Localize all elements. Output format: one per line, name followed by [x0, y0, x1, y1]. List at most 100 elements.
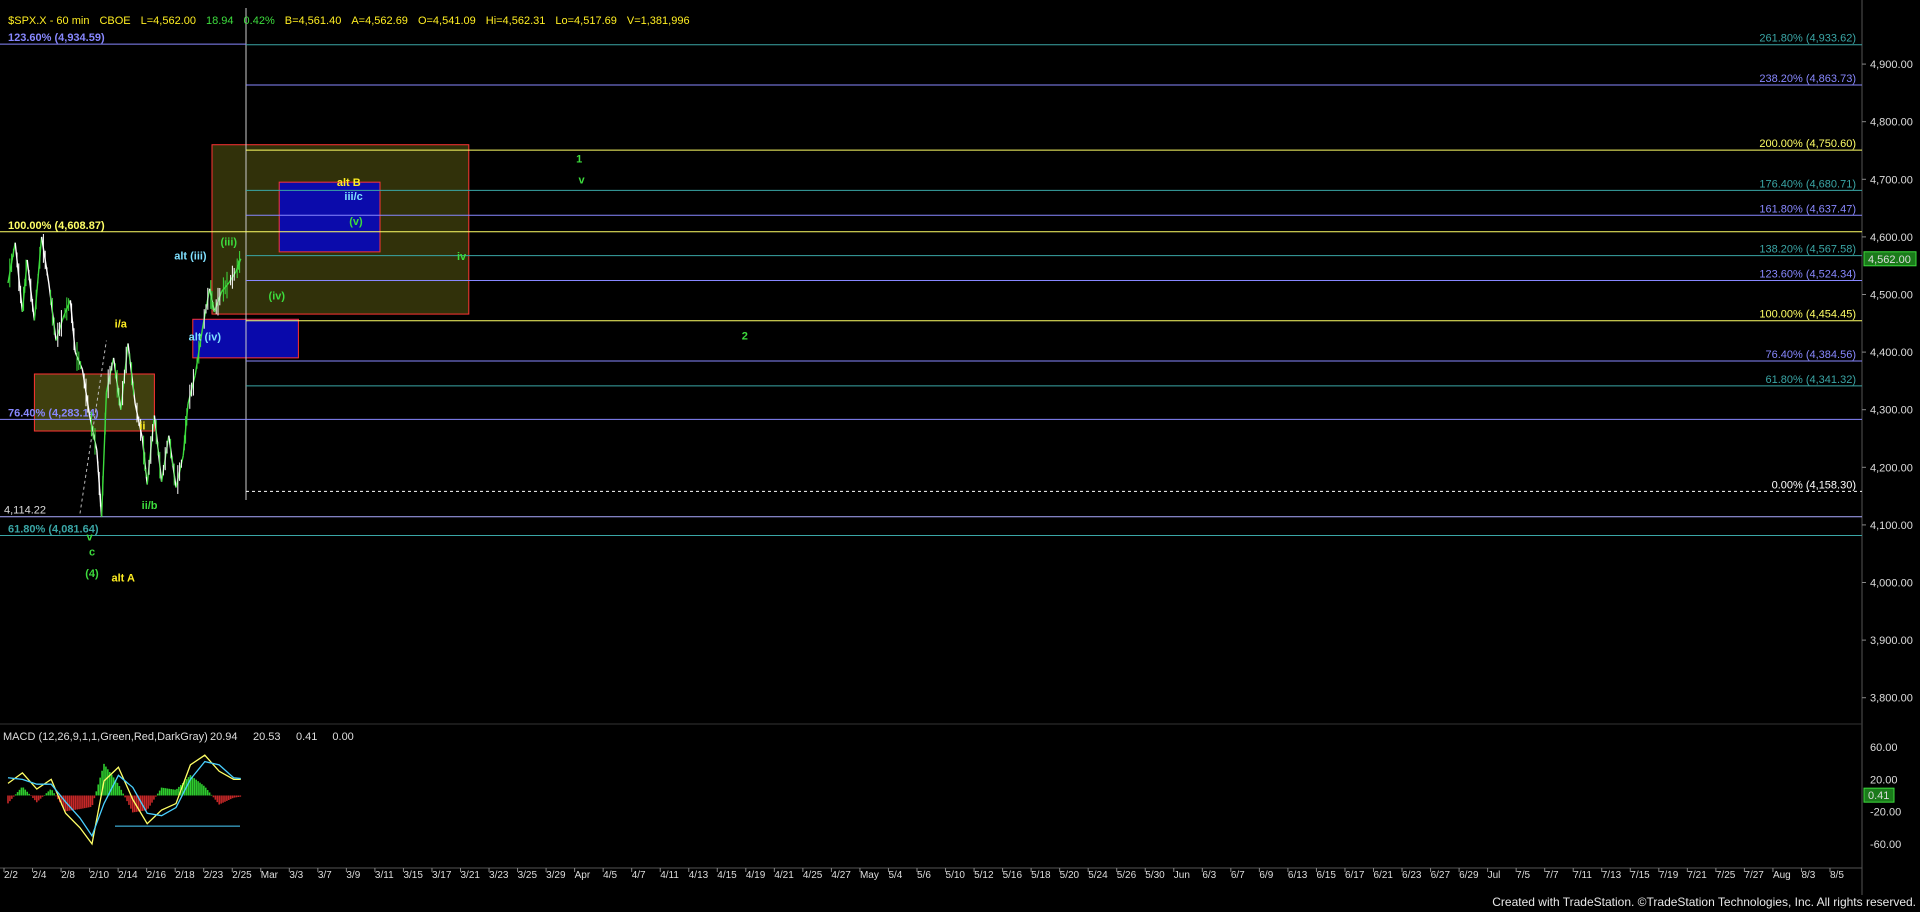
date-tick-label-1: 2/4 — [33, 870, 47, 881]
wave-label-2: (v) — [349, 216, 363, 228]
fib-label-12: 100.00% (4,608.87) — [8, 220, 105, 232]
date-tick-label-37: 5/20 — [1060, 870, 1080, 881]
fib-label-3: 176.40% (4,680.71) — [1759, 178, 1856, 190]
wave-label-13: ii/b — [142, 500, 158, 512]
date-tick-label-9: Mar — [261, 870, 279, 881]
date-tick-label-53: 7/5 — [1516, 870, 1530, 881]
fib-label-6: 123.60% (4,524.34) — [1759, 268, 1856, 280]
date-tick-label-8: 2/25 — [232, 870, 252, 881]
date-tick-label-39: 5/26 — [1117, 870, 1137, 881]
chart-header: $SPX.X - 60 min CBOE L=4,562.00 18.94 0.42% B… — [2, 3, 700, 27]
macd-last-tag: 0.41 — [1868, 790, 1889, 802]
date-tick-label-45: 6/13 — [1288, 870, 1308, 881]
date-tick-label-15: 3/17 — [432, 870, 452, 881]
ask-value: A=4,562.69 — [351, 15, 408, 27]
change-pct: 0.42% — [243, 15, 275, 27]
date-tick-label-24: 4/13 — [689, 870, 709, 881]
macd-title: MACD (12,26,9,1,1,Green,Red,DarkGray) — [3, 731, 208, 743]
date-tick-label-21: 4/5 — [603, 870, 617, 881]
date-tick-label-16: 3/21 — [461, 870, 481, 881]
date-tick-label-34: 5/12 — [974, 870, 994, 881]
date-tick-label-50: 6/27 — [1431, 870, 1451, 881]
price-tick-label-6: 4,300.00 — [1870, 405, 1913, 417]
date-tick-label-64: 8/5 — [1830, 870, 1844, 881]
price-tick-label-5: 4,400.00 — [1870, 347, 1913, 359]
exchange-label: CBOE — [99, 15, 131, 27]
date-tick-label-54: 7/7 — [1545, 870, 1559, 881]
date-tick-label-44: 6/9 — [1259, 870, 1273, 881]
date-tick-label-38: 5/24 — [1088, 870, 1108, 881]
date-tick-label-63: 8/3 — [1801, 870, 1815, 881]
fib-label-5: 138.20% (4,567.58) — [1759, 244, 1856, 256]
fib-label-0: 261.80% (4,933.62) — [1759, 33, 1856, 45]
fib-label-4: 161.80% (4,637.47) — [1759, 203, 1856, 215]
high-value: Hi=4,562.31 — [485, 15, 546, 27]
symbol-label: $SPX.X - 60 min — [8, 15, 90, 27]
date-tick-label-46: 6/15 — [1316, 870, 1336, 881]
date-tick-label-14: 3/15 — [403, 870, 423, 881]
wave-label-10: 2 — [742, 330, 748, 342]
date-tick-label-40: 5/30 — [1145, 870, 1165, 881]
macd-tick-label-1: 20.00 — [1870, 774, 1898, 786]
macd-readout-3: 0.00 — [332, 731, 353, 743]
date-tick-label-60: 7/25 — [1716, 870, 1736, 881]
change-value: 18.94 — [206, 15, 234, 27]
wave-label-0: alt B — [337, 177, 361, 189]
date-tick-label-32: 5/6 — [917, 870, 931, 881]
price-tick-label-3: 4,600.00 — [1870, 232, 1913, 244]
wave-label-1: iii/c — [344, 191, 362, 203]
price-tick-label-9: 4,000.00 — [1870, 578, 1913, 590]
date-tick-label-13: 3/11 — [375, 870, 394, 881]
price-tick-label-10: 3,900.00 — [1870, 635, 1913, 647]
wave-label-16: (4) — [85, 568, 99, 580]
zone-blue-upper — [278, 181, 381, 253]
date-tick-label-10: 3/3 — [289, 870, 303, 881]
date-tick-label-20: Apr — [575, 870, 591, 881]
wave-label-14: v — [87, 531, 94, 543]
date-tick-label-23: 4/11 — [660, 870, 679, 881]
fib-label-9: 61.80% (4,341.32) — [1765, 374, 1856, 386]
volume-value: V=1,381,996 — [626, 15, 690, 27]
macd-readout-0: 20.94 — [210, 731, 238, 743]
open-value: O=4,541.09 — [417, 15, 476, 27]
price-chart[interactable]: 261.80% (4,933.62) 238.20% (4,863.73) 200.… — [0, 0, 1920, 912]
wave-label-8: 1 — [576, 154, 582, 166]
price-tick-label-11: 3,800.00 — [1870, 693, 1913, 705]
price-tick-label-0: 4,900.00 — [1870, 59, 1913, 71]
date-tick-label-57: 7/15 — [1630, 870, 1650, 881]
date-tick-label-12: 3/9 — [346, 870, 360, 881]
date-tick-label-27: 4/21 — [774, 870, 794, 881]
date-tick-label-5: 2/16 — [147, 870, 167, 881]
signal-line — [7, 760, 241, 838]
date-tick-label-19: 3/29 — [546, 870, 566, 881]
date-tick-label-30: May — [860, 870, 879, 881]
wave-label-9: v — [579, 174, 586, 186]
date-tick-label-36: 5/18 — [1031, 870, 1051, 881]
low-marker-label: 4,114.22 — [4, 505, 46, 517]
price-tick-label-8: 4,100.00 — [1870, 520, 1913, 532]
price-tick-label-2: 4,700.00 — [1870, 174, 1913, 186]
bid-value: B=4,561.40 — [284, 15, 342, 27]
wave-label-3: alt (iii) — [174, 250, 207, 262]
date-tick-label-11: 3/7 — [318, 870, 332, 881]
date-tick-label-52: Jul — [1488, 870, 1501, 881]
date-tick-label-61: 7/27 — [1744, 870, 1764, 881]
date-tick-label-48: 6/21 — [1374, 870, 1394, 881]
wave-label-4: (iii) — [221, 237, 238, 249]
low-value: Lo=4,517.69 — [555, 15, 617, 27]
date-tick-label-2: 2/8 — [61, 870, 75, 881]
wave-label-5: (iv) — [269, 291, 286, 303]
date-tick-label-22: 4/7 — [632, 870, 646, 881]
date-tick-label-33: 5/10 — [946, 870, 966, 881]
macd-readout-2: 0.41 — [296, 731, 317, 743]
macd-tick-label-3: -60.00 — [1870, 839, 1901, 851]
date-tick-label-6: 2/18 — [175, 870, 195, 881]
date-tick-label-4: 2/14 — [118, 870, 138, 881]
date-tick-label-25: 4/15 — [717, 870, 737, 881]
date-tick-label-26: 4/19 — [746, 870, 766, 881]
zone-olive-left — [33, 373, 155, 432]
date-tick-label-59: 7/21 — [1687, 870, 1707, 881]
fib-label-13: 76.40% (4,283.14) — [8, 407, 99, 419]
wave-label-15: c — [89, 546, 95, 558]
date-tick-label-62: Aug — [1773, 870, 1791, 881]
